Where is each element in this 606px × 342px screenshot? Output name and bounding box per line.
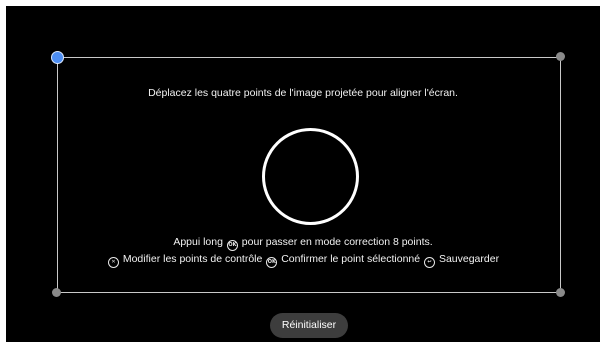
focus-circle bbox=[262, 128, 359, 225]
main-instruction: Déplacez les quatre points de l'image pr… bbox=[6, 87, 600, 100]
long-press-instruction: Appui long OK pour passer en mode correc… bbox=[6, 236, 600, 251]
corner-point-bottom-left[interactable] bbox=[52, 288, 61, 297]
main-instruction-text: Déplacez les quatre points de l'image pr… bbox=[148, 87, 458, 99]
keystone-correction-screen: Déplacez les quatre points de l'image pr… bbox=[6, 6, 600, 342]
reset-button[interactable]: Réinitialiser bbox=[270, 313, 348, 338]
ok-button-icon: OK bbox=[226, 240, 238, 251]
modify-points-label: Modifier les points de contrôle bbox=[122, 253, 263, 265]
corner-point-top-right[interactable] bbox=[556, 52, 565, 61]
controls-legend: ✕ Modifier les points de contrôle OK Con… bbox=[6, 253, 600, 268]
corner-point-bottom-right[interactable] bbox=[556, 288, 565, 297]
back-button-icon: ↩ bbox=[424, 257, 436, 268]
ok-button-icon: OK bbox=[266, 257, 278, 268]
long-press-suffix: pour passer en mode correction 8 points. bbox=[241, 236, 433, 248]
long-press-prefix: Appui long bbox=[173, 236, 223, 248]
confirm-point-label: Confirmer le point sélectionné bbox=[281, 253, 421, 265]
save-label: Sauvegarder bbox=[438, 253, 500, 265]
corner-point-top-left[interactable] bbox=[51, 51, 64, 64]
directional-pad-icon: ✕ bbox=[107, 257, 119, 268]
